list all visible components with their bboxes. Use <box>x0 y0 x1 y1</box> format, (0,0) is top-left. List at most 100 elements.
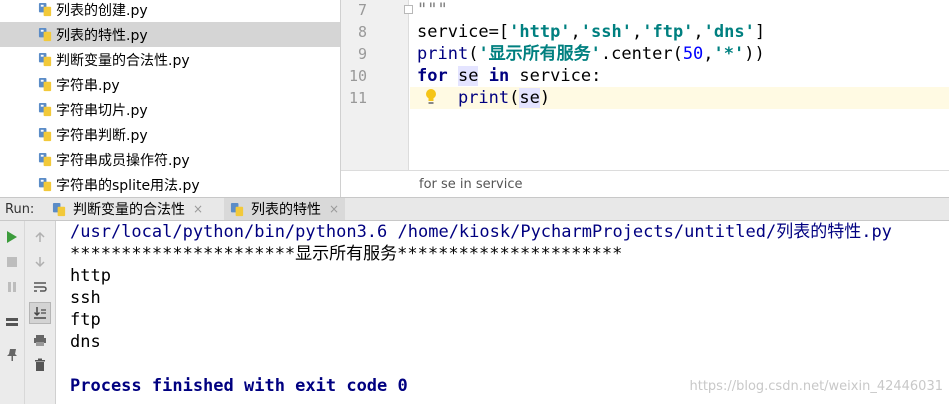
variable-token: se <box>457 66 479 86</box>
tree-item-file[interactable]: 字符串成员操作符.py <box>0 147 340 172</box>
tree-item-file-selected[interactable]: 列表的特性.py <box>0 22 340 47</box>
run-console-output[interactable]: /usr/local/python/bin/python3.6 /home/ki… <box>56 221 949 404</box>
soft-wrap-icon <box>34 282 47 292</box>
python-file-icon <box>38 152 52 167</box>
console-output-line: http <box>70 266 111 286</box>
code-token: .center( <box>600 44 683 64</box>
python-file-icon <box>230 202 244 216</box>
code-token: )) <box>744 44 765 64</box>
close-icon[interactable]: × <box>193 202 203 216</box>
code-token: ) <box>539 88 551 108</box>
rerun-icon <box>7 231 17 243</box>
tree-item-label: 字符串判断.py <box>56 127 148 144</box>
tree-item-label: 字符串成员操作符.py <box>56 152 190 169</box>
string-token: 'http' <box>509 22 571 42</box>
run-tab-label: 判断变量的合法性 <box>73 202 185 218</box>
tree-item-file[interactable]: 字符串的splite用法.py <box>0 172 340 197</box>
up-arrow-icon <box>35 231 45 242</box>
restore-layout-button[interactable] <box>2 312 22 332</box>
python-file-icon <box>38 177 52 192</box>
fold-marker-icon[interactable] <box>404 5 413 14</box>
scroll-to-end-button[interactable] <box>29 302 51 324</box>
code-line-7: """ <box>417 0 448 21</box>
keyword-token: in <box>488 66 510 86</box>
tree-item-label: 字符串的splite用法.py <box>56 177 200 194</box>
tree-item-file[interactable]: 列表的创建.py <box>0 0 340 22</box>
breadcrumb-label[interactable]: for se in service <box>419 177 522 192</box>
python-file-icon <box>38 77 52 92</box>
docstring-quotes: """ <box>417 0 448 20</box>
run-tab-active[interactable]: 列表的特性 × <box>224 198 346 220</box>
line-number: 8 <box>357 23 367 41</box>
intention-bulb-icon[interactable] <box>424 88 438 106</box>
string-token: 'ftp' <box>642 22 694 42</box>
pin-icon <box>7 349 17 361</box>
tree-item-label: 判断变量的合法性.py <box>56 52 190 69</box>
console-output-line: ftp <box>70 310 101 330</box>
console-output-line: dns <box>70 332 101 352</box>
console-output-line: **********************显示所有服务************… <box>70 244 623 264</box>
python-file-icon <box>38 52 52 67</box>
code-line-9: print('显示所有服务'.center(50,'*')) <box>417 43 765 65</box>
run-panel-title: Run: <box>5 202 35 217</box>
run-tab[interactable]: 判断变量的合法性 × <box>46 198 209 220</box>
python-file-icon <box>38 127 52 142</box>
pause-button[interactable] <box>2 277 22 297</box>
tree-item-file[interactable]: 字符串判断.py <box>0 122 340 147</box>
string-token: 'dns' <box>703 22 755 42</box>
clear-all-button[interactable] <box>30 355 50 375</box>
print-button[interactable] <box>30 330 50 350</box>
console-output-line: ssh <box>70 288 101 308</box>
code-line-8: service=['http','ssh','ftp','dns'] <box>417 21 765 43</box>
project-file-tree: 列表的创建.py 列表的特性.py 判断变量的合法性.py 字符串.py 字符串… <box>0 0 340 197</box>
restore-layout-icon <box>6 318 18 326</box>
run-toolbar-secondary <box>25 221 56 404</box>
run-tool-window-header: Run: 判断变量的合法性 × 列表的特性 × <box>0 197 949 221</box>
console-command-line[interactable]: /usr/local/python/bin/python3.6 /home/ki… <box>70 221 892 243</box>
up-button[interactable] <box>30 227 50 247</box>
python-file-icon <box>38 2 52 17</box>
scroll-to-end-icon <box>33 307 46 319</box>
string-token: '*' <box>713 44 745 64</box>
pin-tab-button[interactable] <box>2 345 22 365</box>
variable-token: se <box>519 88 540 108</box>
code-token: , <box>570 22 581 42</box>
string-token: '显示所有服务' <box>478 44 601 64</box>
close-icon[interactable]: × <box>329 202 339 216</box>
soft-wrap-button[interactable] <box>30 277 50 297</box>
python-file-icon <box>52 202 66 216</box>
stop-icon <box>7 257 17 267</box>
tree-item-label: 字符串.py <box>56 77 120 94</box>
stop-button[interactable] <box>2 252 22 272</box>
tree-item-label: 字符串切片.py <box>56 102 148 119</box>
pause-icon <box>8 282 16 292</box>
line-number: 10 <box>348 67 367 85</box>
tree-item-file[interactable]: 判断变量的合法性.py <box>0 47 340 72</box>
code-editor[interactable]: 7 8 9 10 11 """ service=['http','ssh','f… <box>341 0 949 197</box>
code-token: service: <box>509 66 602 86</box>
code-token: , <box>631 22 643 42</box>
code-line-10: for se in service: <box>417 65 601 87</box>
number-token: 50 <box>682 44 704 64</box>
builtin-token: print <box>417 44 469 64</box>
line-number: 7 <box>357 1 367 19</box>
tree-item-file[interactable]: 字符串.py <box>0 72 340 97</box>
tree-item-label: 列表的特性.py <box>56 27 148 44</box>
tree-item-file[interactable]: 字符串切片.py <box>0 97 340 122</box>
editor-breadcrumb[interactable]: for se in service <box>341 170 949 197</box>
code-token: ( <box>468 44 479 64</box>
down-arrow-icon <box>35 257 45 268</box>
print-icon <box>34 334 46 346</box>
console-exit-status: Process finished with exit code 0 <box>70 376 408 396</box>
rerun-button[interactable] <box>2 227 22 247</box>
line-number: 11 <box>348 89 367 107</box>
tree-item-label: 列表的创建.py <box>56 2 148 19</box>
down-button[interactable] <box>30 252 50 272</box>
editor-gutter: 7 8 9 10 11 <box>341 0 413 170</box>
watermark: https://blog.csdn.net/weixin_42446031 <box>689 379 943 394</box>
code-token: service=[ <box>417 22 510 42</box>
code-token: , <box>703 44 714 64</box>
run-tab-label: 列表的特性 <box>251 202 321 218</box>
